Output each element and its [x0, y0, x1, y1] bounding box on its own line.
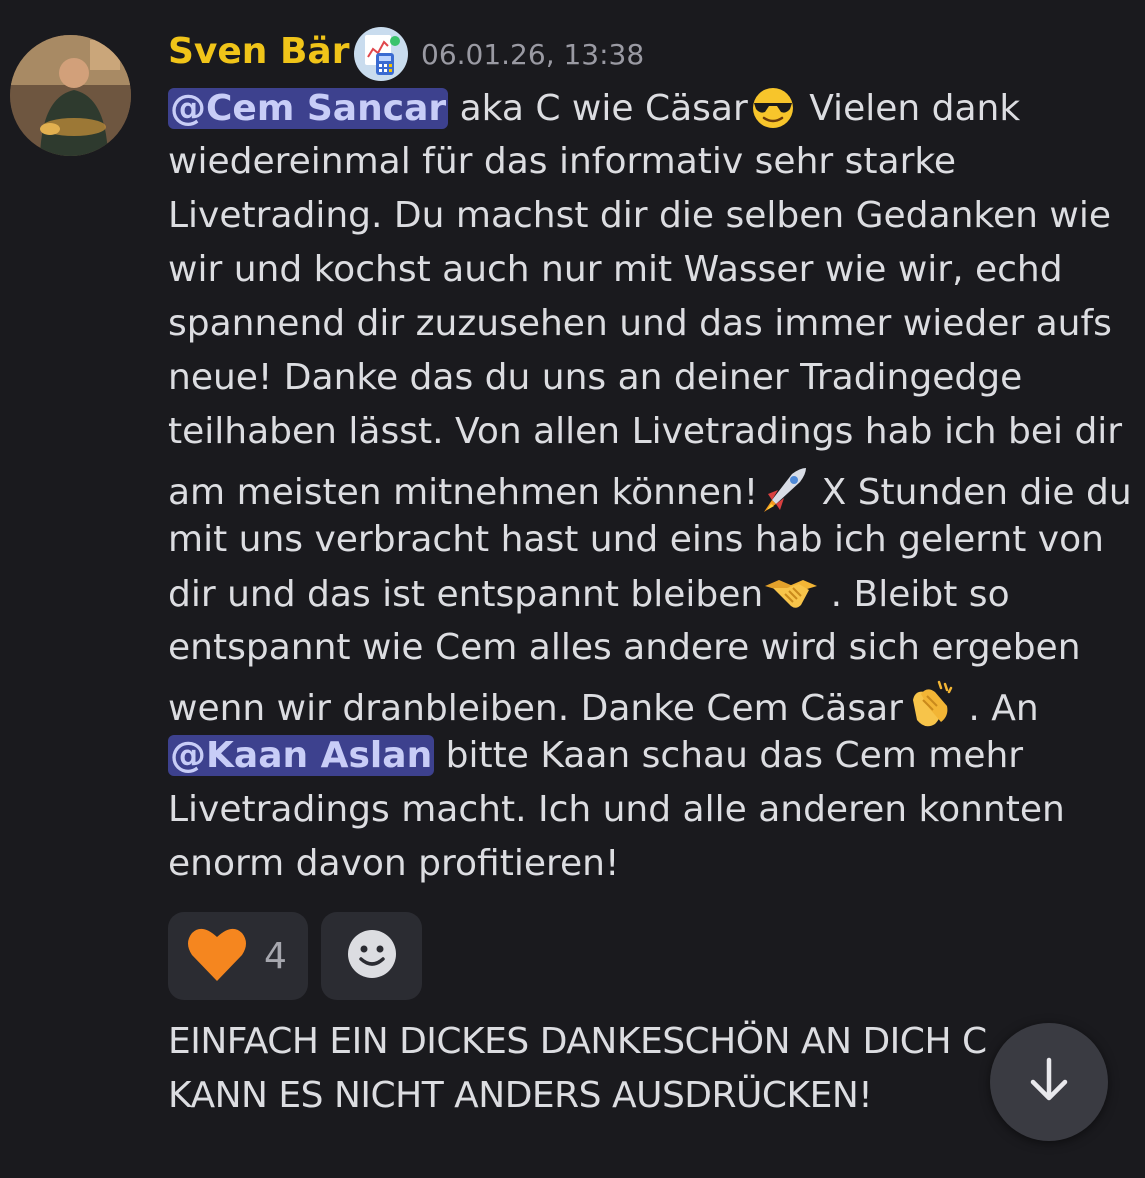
message-text: aka C wie Cäsar — [448, 88, 748, 129]
message-text: . Bleibt so — [819, 574, 1010, 615]
message-text: dir und das ist entspannt bleiben — [168, 574, 764, 615]
message-line: dir und das ist entspannt bleiben . Blei… — [168, 572, 1010, 617]
message-line: teilhaben lässt. Von allen Livetradings … — [168, 411, 1123, 452]
add-reaction-smiley-icon — [346, 928, 398, 984]
message-text: Vielen dank — [797, 88, 1021, 129]
reaction-orange-heart[interactable]: 4 — [168, 912, 308, 1000]
message-line: am meisten mitnehmen können! X Stunden d… — [168, 464, 1132, 515]
add-reaction-button[interactable] — [321, 912, 422, 1000]
message-line: Livetrading. Du machst dir die selben Ge… — [168, 195, 1111, 236]
message-text: X Stunden die du — [810, 472, 1132, 513]
reaction-count: 4 — [264, 935, 287, 977]
rocket-emoji — [758, 464, 810, 514]
author-avatar[interactable] — [10, 35, 131, 156]
message-line: Livetradings macht. Ich und alle anderen… — [168, 789, 1065, 830]
message-line: @Kaan Aslan bitte Kaan schau das Cem meh… — [168, 734, 1023, 778]
sunglasses-emoji — [748, 86, 798, 130]
message-line: enorm davon profitieren! — [168, 843, 620, 884]
clapping-hands-emoji — [903, 680, 957, 730]
chat-screen: Sven Bär 06.01.26, 13:38 @Cem Sancar aka… — [0, 0, 1145, 1178]
message-text: . An — [956, 688, 1039, 729]
message-line: wir und kochst auch nur mit Wasser wie w… — [168, 249, 1063, 290]
message-text: am meisten mitnehmen können! — [168, 472, 759, 513]
message-line: mit uns verbracht hast und eins hab ich … — [168, 519, 1104, 560]
message-line: @Cem Sancar aka C wie Cäsar Vielen dank — [168, 86, 1020, 131]
message-line: wenn wir dranbleiben. Danke Cem Cäsar . … — [168, 680, 1039, 731]
message-timestamp: 06.01.26, 13:38 — [421, 38, 645, 71]
calculator-chart-icon[interactable] — [354, 27, 408, 81]
reaction-bar: 4 — [168, 912, 422, 1000]
message-line: neue! Danke das du uns an deiner Trading… — [168, 357, 1023, 398]
message-text: bitte Kaan schau das Cem mehr — [434, 735, 1024, 776]
author-name[interactable]: Sven Bär — [168, 30, 349, 74]
message-text: wenn wir dranbleiben. Danke Cem Cäsar — [168, 688, 903, 729]
next-message-line: KANN ES NICHT ANDERS AUSDRÜCKEN! — [168, 1075, 873, 1116]
avatar-photo — [10, 35, 131, 156]
next-message-line: EINFACH EIN DICKES DANKESCHÖN AN DICH C — [168, 1021, 987, 1062]
mention-cem-sancar[interactable]: @Cem Sancar — [168, 88, 449, 129]
message-line: wiedereinmal für das informativ sehr sta… — [168, 141, 957, 182]
arrow-down-icon — [1023, 1054, 1075, 1110]
mention-kaan-aslan[interactable]: @Kaan Aslan — [168, 735, 435, 776]
message-line: spannend dir zuzusehen und das immer wie… — [168, 303, 1112, 344]
handshake-emoji — [763, 572, 819, 616]
orange-heart-icon — [186, 925, 248, 987]
message-line: entspannt wie Cem alles andere wird sich… — [168, 627, 1081, 668]
scroll-to-bottom-button[interactable] — [990, 1023, 1108, 1141]
